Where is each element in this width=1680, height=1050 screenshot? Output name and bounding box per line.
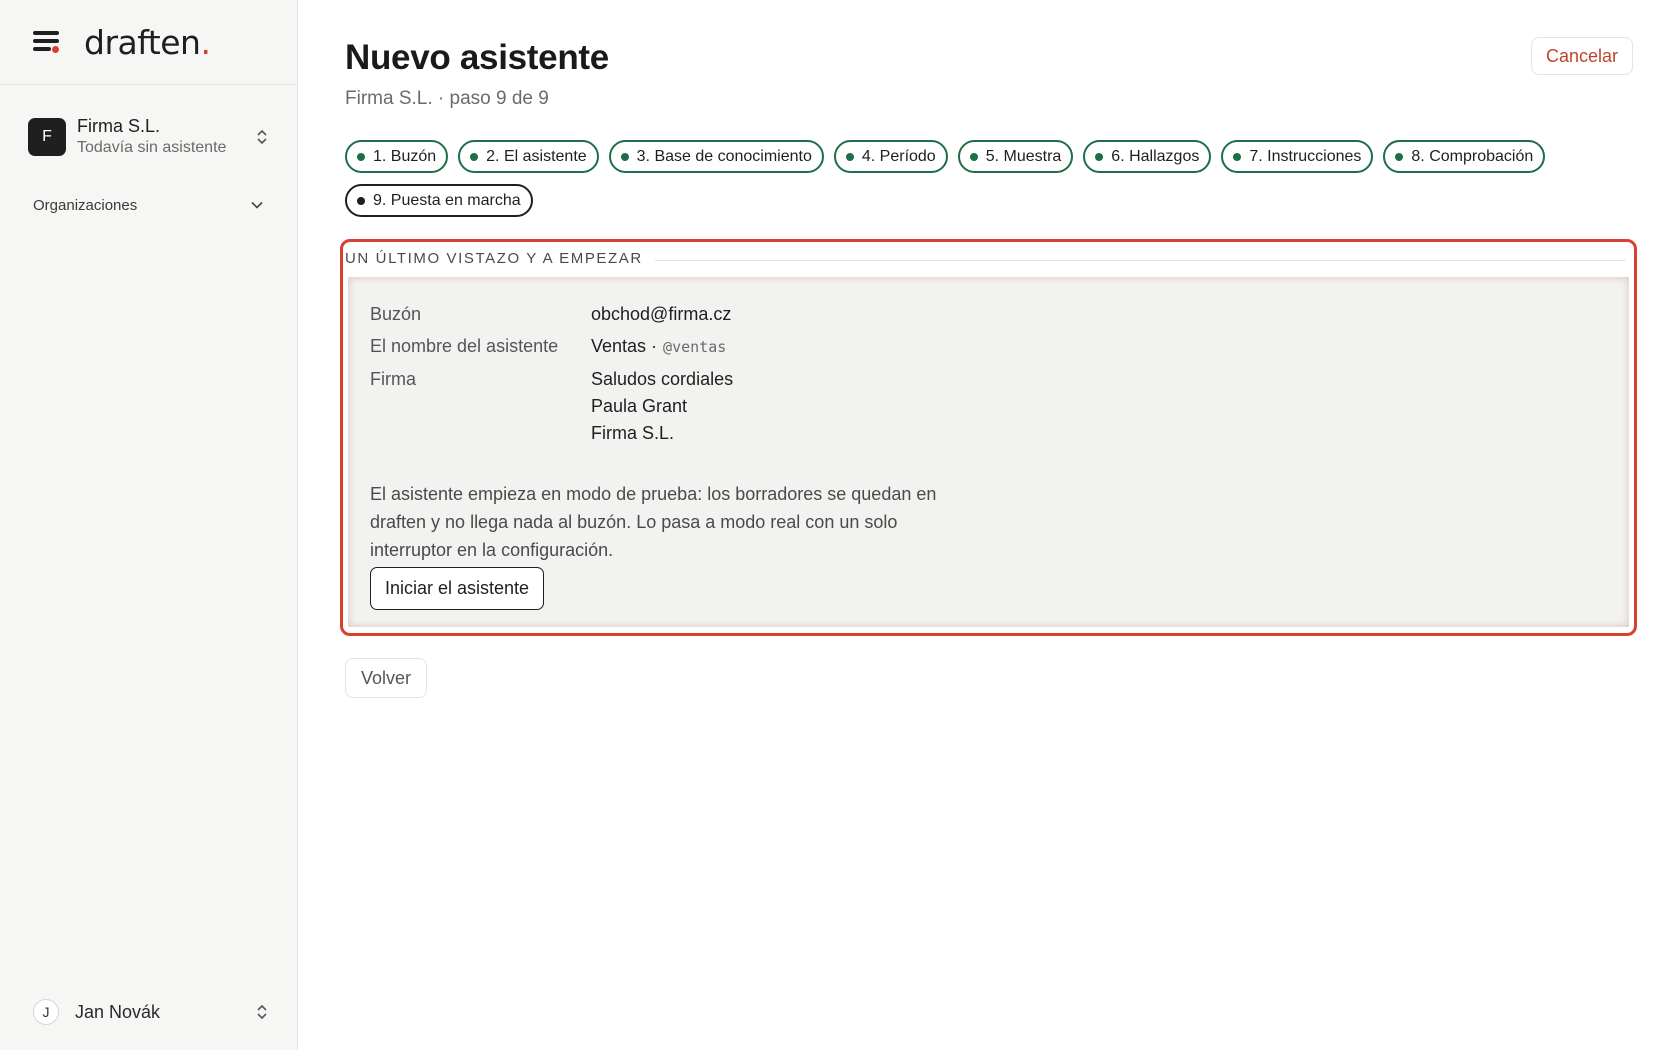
step-pill-current[interactable]: 9. Puesta en marcha [345, 184, 533, 217]
sidebar: draften. F Firma S.L. Todavía sin asiste… [0, 0, 298, 1050]
page-subtitle: Firma S.L. · paso 9 de 9 [345, 88, 549, 109]
organizations-label: Organizaciones [33, 196, 138, 214]
user-menu[interactable]: J Jan Novák [33, 999, 269, 1025]
review-panel: Buzón obchod@firma.cz El nombre del asis… [348, 277, 1629, 627]
org-avatar: F [28, 118, 66, 156]
step-pill[interactable]: 2. El asistente [458, 140, 599, 173]
step-done-dot [845, 152, 854, 161]
summary-row-signature: Firma Saludos cordiales Paula Grant Firm… [370, 369, 734, 443]
review-heading: UN ÚLTIMO VISTAZO Y A EMPEZAR [345, 250, 655, 267]
org-name: Firma S.L. [77, 116, 161, 136]
review-section: UN ÚLTIMO VISTAZO Y A EMPEZAR Buzón obch… [340, 239, 1637, 636]
organizations-toggle[interactable]: Organizaciones [0, 196, 297, 214]
avatar: J [33, 999, 59, 1025]
summary-row-mailbox: Buzón obchod@firma.cz [370, 304, 732, 324]
chevron-down-icon [251, 196, 263, 214]
step-pill[interactable]: 3. Base de conocimiento [608, 140, 824, 173]
org-subtitle: Todavía sin asistente [77, 139, 227, 156]
start-assistant-button[interactable]: Iniciar el asistente [370, 567, 545, 610]
brand-bar: draften. [0, 0, 297, 85]
step-pill[interactable]: 8. Comprobación [1383, 140, 1546, 173]
user-name: Jan Novák [75, 1001, 161, 1022]
chevron-up-down-icon [255, 1003, 269, 1021]
wizard-steps: 1. Buzón 2. El asistente 3. Base de cono… [345, 140, 1635, 217]
step-done-dot [1395, 152, 1404, 161]
step-pill[interactable]: 6. Hallazgos [1083, 140, 1212, 173]
org-switcher[interactable]: F Firma S.L. Todavía sin asistente [0, 85, 297, 159]
menu-icon[interactable] [33, 31, 60, 53]
summary-list: Buzón obchod@firma.cz El nombre del asis… [370, 301, 733, 452]
step-current-dot [357, 196, 365, 205]
chevron-up-down-icon [255, 128, 269, 146]
step-done-dot [969, 152, 978, 161]
step-done-dot [1095, 152, 1104, 161]
page-title: Nuevo asistente [345, 38, 609, 77]
step-done-dot [1233, 152, 1242, 161]
handle: @ventas [663, 338, 727, 356]
test-mode-note: El asistente empieza en modo de prueba: … [370, 484, 937, 560]
divider [643, 260, 1626, 261]
step-pill[interactable]: 4. Período [833, 140, 948, 173]
logo[interactable]: draften. [84, 23, 211, 62]
step-done-dot [620, 152, 629, 161]
step-pill[interactable]: 5. Muestra [957, 140, 1074, 173]
step-done-dot [357, 152, 365, 161]
cancel-button[interactable]: Cancelar [1530, 37, 1633, 75]
step-pill[interactable]: 1. Buzón [345, 140, 449, 173]
step-pill[interactable]: 7. Instrucciones [1221, 140, 1374, 173]
summary-row-name: El nombre del asistente Ventas · @ventas [370, 336, 727, 356]
back-button[interactable]: Volver [345, 658, 428, 698]
step-done-dot [470, 152, 479, 161]
